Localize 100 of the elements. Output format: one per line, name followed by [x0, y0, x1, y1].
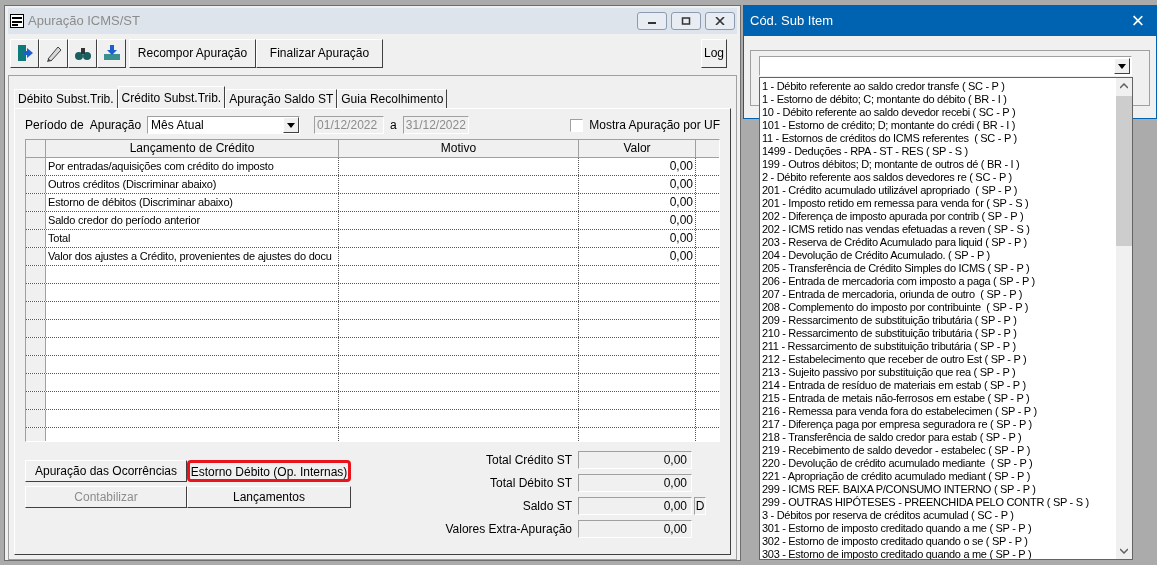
tab[interactable]: Guia Recolhimento [337, 89, 448, 108]
row-header[interactable] [26, 158, 46, 175]
row-header[interactable] [26, 176, 46, 193]
dropdown-option[interactable]: 220 - Devolução de crédito acumulado mediante ( SP - P ) [760, 457, 1116, 470]
dropdown-arrow-icon [1118, 63, 1126, 69]
period-dropdown[interactable]: Mês Atual [147, 116, 301, 134]
dropdown-option[interactable]: 209 - Ressarcimento de substituição tributária ( SP - P ) [760, 314, 1116, 327]
dropdown-option[interactable]: 101 - Estorno de crédito; D; montante do crédi ( BR - I ) [760, 119, 1116, 132]
dropdown-option[interactable]: 302 - Estorno de imposto creditado quando o se ( SP - P ) [760, 535, 1116, 548]
dropdown-option[interactable]: 3 - Débitos por reserva de créditos acumulad ( SC - P ) [760, 509, 1116, 522]
dropdown-option[interactable]: 208 - Complemento do imposto por contribuinte ( SP - P ) [760, 301, 1116, 314]
dropdown-option[interactable]: 1 - Estorno de débito; C; montante do débito ( BR - I ) [760, 93, 1116, 106]
dropdown-option[interactable]: 211 - Ressarcimento de substituição tributária ( SP - P ) [760, 340, 1116, 353]
scroll-thumb[interactable] [1116, 96, 1132, 246]
row-header[interactable] [26, 410, 46, 427]
dropdown-option[interactable]: 1499 - Deduções - RPA - ST - RES ( SP - S ) [760, 145, 1116, 158]
total-field: 0,00 [578, 451, 692, 469]
row-header[interactable] [26, 374, 46, 391]
row-header[interactable] [26, 194, 46, 211]
table-cell: 0,00 [579, 230, 696, 247]
toolbar-button[interactable] [39, 38, 68, 68]
column-header: Valor [579, 140, 696, 157]
row-header[interactable] [26, 248, 46, 265]
dropdown-option[interactable]: 203 - Reserva de Crédito Acumulado para liquid ( SP - P ) [760, 236, 1116, 249]
dropdown-option[interactable]: 221 - Apropriação de crédito acumulado mediant ( SP - P ) [760, 470, 1116, 483]
toolbar-button[interactable] [97, 38, 126, 68]
dropdown-option[interactable]: 10 - Débito referente ao saldo devedor recebi ( SC - P ) [760, 106, 1116, 119]
sub-item-combo[interactable] [759, 56, 1132, 76]
table-cell: 0,00 [579, 158, 696, 175]
maximize-button[interactable] [671, 12, 701, 30]
table-cell: Valor dos ajustes a Crédito, provenientes de ajustes do docu [46, 248, 339, 265]
scroll-up-icon [1120, 83, 1128, 89]
row-header[interactable] [26, 230, 46, 247]
finalize-button[interactable]: Finalizar Apuração [256, 38, 383, 68]
action-button[interactable]: Lançamentos [187, 486, 351, 508]
total-field: 0,00 [578, 474, 692, 492]
dropdown-option[interactable]: 299 - ICMS REF. BAIXA P/CONSUMO INTERNO ( SP - P ) [760, 483, 1116, 496]
dropdown-option[interactable]: 217 - Diferença paga por empresa seguradora re ( SP - P ) [760, 418, 1116, 431]
dropdown-option[interactable]: 201 - Imposto retido em remessa para venda for ( SP - S ) [760, 197, 1116, 210]
period-label: Período de Apuração [25, 117, 142, 134]
log-button[interactable]: Log [701, 38, 727, 68]
row-header[interactable] [26, 320, 46, 337]
total-field: 0,00 [578, 497, 692, 515]
dropdown-option[interactable]: 299 - OUTRAS HIPÓTESES - PREENCHIDA PELO CONTR ( SP - S ) [760, 496, 1116, 509]
dropdown-option[interactable]: 214 - Entrada de resíduo de materiais em estab ( SP - P ) [760, 379, 1116, 392]
total-label: Total Débito ST [489, 475, 572, 492]
dropdown-option[interactable]: 206 - Entrada de mercadoria com imposto a paga ( SP - P ) [760, 275, 1116, 288]
dropdown-option[interactable]: 212 - Estabelecimento que receber de outro Est ( SP - P ) [760, 353, 1116, 366]
dropdown-option[interactable]: 210 - Ressarcimento de substituição tributária ( SP - P ) [760, 327, 1116, 340]
minimize-button[interactable] [637, 12, 667, 30]
row-header[interactable] [26, 392, 46, 409]
table-cell: 0,00 [579, 248, 696, 265]
window-title: Apuração ICMS/ST [28, 12, 141, 31]
dropdown-option[interactable]: 201 - Crédito acumulado utilizável apropriado ( SP - P ) [760, 184, 1116, 197]
dropdown-option[interactable]: 207 - Entrada de mercadoria, oriunda de outro ( SP - P ) [760, 288, 1116, 301]
total-field: 0,00 [578, 520, 692, 538]
recompose-button[interactable]: Recompor Apuração [129, 38, 256, 68]
dropdown-option[interactable]: 2 - Débito referente aos saldos devedores re ( SC - P ) [760, 171, 1116, 184]
dropdown-option[interactable]: 199 - Outros débitos; D; montante de outros dé ( BR - I ) [760, 158, 1116, 171]
dialog-title: Cód. Sub Item [750, 12, 835, 31]
dropdown-option[interactable]: 205 - Transferência de Crédito Simples do ICMS ( SP - P ) [760, 262, 1116, 275]
dropdown-option[interactable]: 215 - Entrada de metais não-ferrosos em estabe ( SP - P ) [760, 392, 1116, 405]
table-cell: 0,00 [579, 176, 696, 193]
action-button[interactable]: Apuração das Ocorrências [25, 460, 187, 482]
row-header[interactable] [26, 338, 46, 355]
table-cell: Outros créditos (Discriminar abaixo) [46, 176, 339, 193]
dropdown-option[interactable]: 213 - Sujeito passivo por substituição que rea ( SP - P ) [760, 366, 1116, 379]
table-cell: Por entradas/aquisições com crédito do imposto [46, 158, 339, 175]
row-header[interactable] [26, 212, 46, 229]
row-header[interactable] [26, 284, 46, 301]
dropdown-option[interactable]: 11 - Estornos de créditos do ICMS referentes ( SC - P ) [760, 132, 1116, 145]
close-button[interactable] [705, 12, 735, 30]
close-button[interactable]: × [1126, 10, 1150, 32]
scroll-down-icon [1120, 548, 1128, 554]
tab[interactable]: Apuração Saldo ST [225, 89, 338, 108]
total-label: Saldo ST [522, 498, 572, 515]
maximize-icon [681, 17, 691, 25]
dropdown-option[interactable]: 216 - Remessa para venda fora do estabelecimen ( SP - P ) [760, 405, 1116, 418]
tab[interactable]: Débito Subst.Trib. [14, 89, 118, 108]
uf-checkbox-label: Mostra Apuração por UF [589, 117, 720, 134]
row-header[interactable] [26, 428, 46, 441]
window-icon [10, 14, 24, 28]
download-tray-icon [101, 43, 122, 63]
toolbar-button[interactable] [68, 38, 97, 68]
toolbar-button[interactable] [10, 38, 39, 68]
dropdown-option[interactable]: 204 - Devolução de Crédito Acumulado. ( SP - P ) [760, 249, 1116, 262]
row-header[interactable] [26, 302, 46, 319]
dropdown-option[interactable]: 1 - Débito referente ao saldo credor transfe ( SC - P ) [760, 80, 1116, 93]
row-header[interactable] [26, 356, 46, 373]
dropdown-option[interactable]: 219 - Recebimento de saldo devedor - estabelec ( SP - P ) [760, 444, 1116, 457]
dropdown-option[interactable]: 218 - Transferência de saldo credor para estab ( SP - P ) [760, 431, 1116, 444]
table-cell: Total [46, 230, 339, 247]
tab[interactable]: Crédito Subst.Trib. [117, 86, 226, 108]
dropdown-option[interactable]: 202 - Diferença de imposto apurada por contrib ( SP - P ) [760, 210, 1116, 223]
dropdown-option[interactable]: 301 - Estorno de imposto creditado quando a me ( SP - P ) [760, 522, 1116, 535]
row-header[interactable] [26, 266, 46, 283]
dropdown-option[interactable]: 202 - ICMS retido nas vendas efetuadas a reven ( SP - S ) [760, 223, 1116, 236]
action-button[interactable]: Estorno Débito (Op. Internas) [187, 460, 351, 482]
uf-checkbox[interactable] [570, 118, 584, 132]
table-cell: Estorno de débitos (Discriminar abaixo) [46, 194, 339, 211]
